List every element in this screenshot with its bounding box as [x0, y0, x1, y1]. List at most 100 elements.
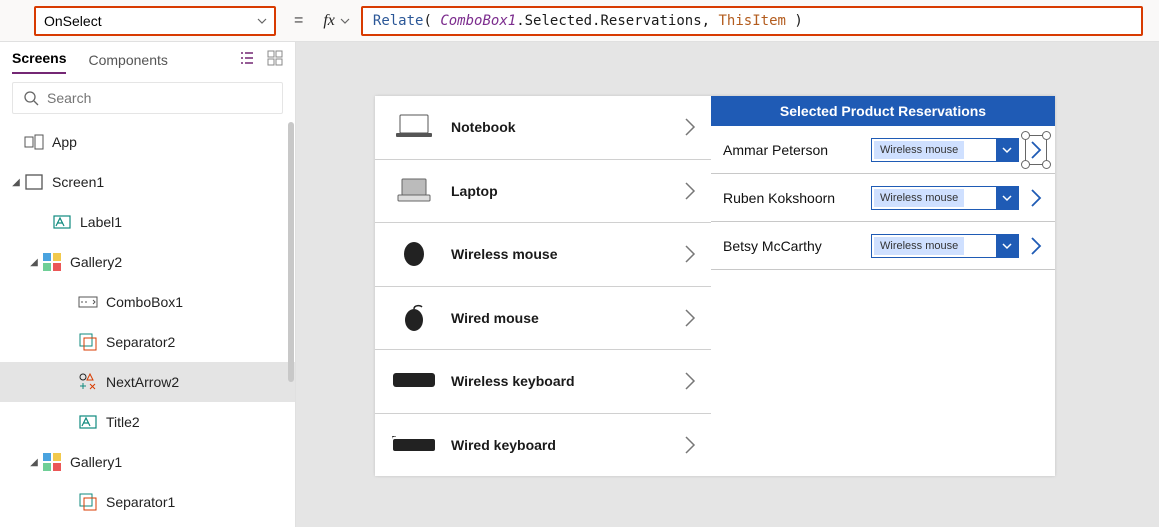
tree-item-gallery1[interactable]: ◢ Gallery1 — [0, 442, 295, 482]
app-screen[interactable]: Notebook Laptop — [375, 96, 1055, 476]
chevron-right-icon[interactable] — [683, 116, 697, 138]
icons-icon — [78, 372, 98, 392]
reservation-row[interactable]: Ruben Kokshoorn Wireless mouse — [711, 174, 1055, 222]
reservation-name: Betsy McCarthy — [723, 238, 861, 254]
formula-token-prop: .Selected.Reservations, — [516, 13, 710, 29]
chevron-right-icon[interactable] — [1029, 235, 1043, 257]
product-title: Wired mouse — [451, 310, 683, 326]
nextarrow-selected[interactable] — [1029, 139, 1043, 161]
reservations-panel: Selected Product Reservations Ammar Pete… — [711, 96, 1055, 476]
tree-scrollbar[interactable] — [288, 122, 294, 382]
tree-item-label: Separator2 — [106, 334, 175, 350]
tree-item-title2[interactable]: Title2 — [0, 402, 295, 442]
product-image — [389, 364, 439, 398]
product-image — [389, 301, 439, 335]
gallery-icon — [42, 252, 62, 272]
formula-token-paren: ( — [423, 13, 440, 29]
chevron-down-icon — [256, 15, 268, 27]
combobox-selected-value: Wireless mouse — [874, 141, 964, 159]
gallery-icon — [42, 452, 62, 472]
formula-input[interactable]: Relate( ComboBox1.Selected.Reservations,… — [361, 6, 1143, 36]
reservation-name: Ruben Kokshoorn — [723, 190, 861, 206]
tree-item-label: Gallery1 — [70, 454, 122, 470]
gallery-row[interactable]: Wired keyboard — [375, 414, 711, 477]
reservation-row[interactable]: Betsy McCarthy Wireless mouse — [711, 222, 1055, 270]
formula-token-kw: ThisItem — [719, 13, 786, 29]
chevron-down-icon[interactable] — [996, 187, 1018, 209]
gallery-row[interactable]: Notebook — [375, 96, 711, 160]
gallery-row[interactable]: Laptop — [375, 160, 711, 224]
tree-item-app[interactable]: App — [0, 122, 295, 162]
reservations-header-label: Selected Product Reservations — [780, 103, 986, 119]
tree-tabs: Screens Components — [0, 42, 295, 74]
separator-icon — [78, 492, 98, 512]
formula-token-fn: Relate — [373, 13, 424, 29]
screen-icon — [24, 172, 44, 192]
reservation-combobox[interactable]: Wireless mouse — [871, 234, 1019, 258]
tree-item-label: ComboBox1 — [106, 294, 183, 310]
tree-item-separator1[interactable]: Separator1 — [0, 482, 295, 522]
search-icon — [23, 90, 39, 106]
chevron-right-icon[interactable] — [683, 180, 697, 202]
tab-label: Screens — [12, 50, 66, 66]
product-image — [389, 237, 439, 271]
label-icon — [78, 412, 98, 432]
property-select-value: OnSelect — [44, 13, 102, 29]
gallery-row[interactable]: Wired mouse — [375, 287, 711, 351]
chevron-down-icon[interactable] — [337, 15, 355, 27]
tree-item-label: App — [52, 134, 77, 150]
chevron-down-icon[interactable] — [996, 235, 1018, 257]
reservations-header: Selected Product Reservations — [711, 96, 1055, 126]
caret-down-icon[interactable]: ◢ — [26, 457, 42, 468]
product-image — [389, 428, 439, 462]
chevron-down-icon[interactable] — [996, 139, 1018, 161]
tree-search-input[interactable] — [47, 90, 272, 106]
chevron-right-icon[interactable] — [683, 243, 697, 265]
formula-token-id: ComboBox1 — [440, 13, 516, 29]
property-formula-bar: OnSelect = fx Relate( ComboBox1.Selected… — [0, 0, 1159, 42]
product-title: Wireless keyboard — [451, 373, 683, 389]
property-select[interactable]: OnSelect — [34, 6, 276, 36]
combobox-selected-value: Wireless mouse — [874, 237, 964, 255]
tree-item-label: Gallery2 — [70, 254, 122, 270]
gallery-row[interactable]: Wireless mouse — [375, 223, 711, 287]
grid-icon[interactable] — [267, 50, 283, 66]
list-icon[interactable] — [239, 50, 255, 66]
equals-label: = — [276, 12, 321, 30]
label-icon — [52, 212, 72, 232]
tree-search[interactable] — [12, 82, 283, 114]
product-title: Laptop — [451, 183, 683, 199]
app-icon — [24, 132, 44, 152]
tree-item-combobox1[interactable]: ComboBox1 — [0, 282, 295, 322]
design-canvas[interactable]: Notebook Laptop — [296, 42, 1159, 527]
product-title: Wireless mouse — [451, 246, 683, 262]
tree-view-panel: Screens Components — [0, 42, 296, 527]
reservation-row[interactable]: Ammar Peterson Wireless mouse — [711, 126, 1055, 174]
tab-components[interactable]: Components — [88, 52, 167, 74]
tree-item-nextarrow2[interactable]: NextArrow2 — [0, 362, 295, 402]
tree-item-screen1[interactable]: ◢ Screen1 — [0, 162, 295, 202]
fx-icon[interactable]: fx — [321, 12, 337, 30]
caret-down-icon[interactable]: ◢ — [8, 177, 24, 188]
product-title: Wired keyboard — [451, 437, 683, 453]
product-title: Notebook — [451, 119, 683, 135]
separator-icon — [78, 332, 98, 352]
tree-item-label1[interactable]: Label1 — [0, 202, 295, 242]
tree-item-gallery2[interactable]: ◢ Gallery2 — [0, 242, 295, 282]
reservation-name: Ammar Peterson — [723, 142, 861, 158]
chevron-right-icon[interactable] — [1029, 139, 1043, 161]
reservation-combobox[interactable]: Wireless mouse — [871, 138, 1019, 162]
reservation-combobox[interactable]: Wireless mouse — [871, 186, 1019, 210]
tab-screens[interactable]: Screens — [12, 50, 66, 74]
chevron-right-icon[interactable] — [1029, 187, 1043, 209]
tree-item-label: Separator1 — [106, 494, 175, 510]
caret-down-icon[interactable]: ◢ — [26, 257, 42, 268]
gallery-products[interactable]: Notebook Laptop — [375, 96, 711, 476]
chevron-right-icon[interactable] — [683, 434, 697, 456]
combobox-icon — [78, 292, 98, 312]
tree-item-label: NextArrow2 — [106, 374, 179, 390]
tree-item-separator2[interactable]: Separator2 — [0, 322, 295, 362]
chevron-right-icon[interactable] — [683, 307, 697, 329]
gallery-row[interactable]: Wireless keyboard — [375, 350, 711, 414]
chevron-right-icon[interactable] — [683, 370, 697, 392]
